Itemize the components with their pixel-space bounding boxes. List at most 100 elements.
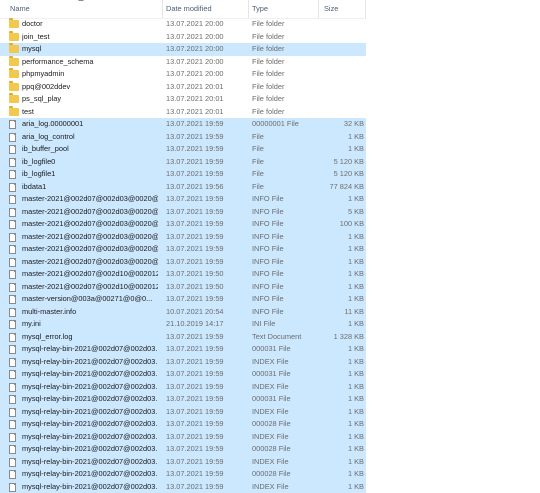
- date-modified: 13.07.2021 19:59: [166, 168, 246, 181]
- file-type: INDEX File: [252, 406, 318, 419]
- file-row[interactable]: mysql-relay-bin-2021@002d07@002d03...13.…: [0, 431, 366, 444]
- file-name: aria_log.00000001: [22, 118, 158, 131]
- column-divider[interactable]: [248, 0, 249, 18]
- file-row[interactable]: master-version@003a@00271@0@0...13.07.20…: [0, 293, 366, 306]
- file-row[interactable]: aria_log.0000000113.07.2021 19:590000000…: [0, 118, 366, 131]
- column-header-type[interactable]: Type: [252, 4, 268, 13]
- folder-row[interactable]: ps_sql_play13.07.2021 20:01File folder: [0, 93, 366, 106]
- file-row[interactable]: master-2021@002d07@002d03@0020@0...13.07…: [0, 256, 366, 269]
- file-icon: [9, 195, 16, 204]
- file-row[interactable]: master-2021@002d07@002d10@002012...13.07…: [0, 268, 366, 281]
- date-modified: 13.07.2021 19:59: [166, 206, 246, 219]
- date-modified: 10.07.2021 20:54: [166, 306, 246, 319]
- file-name: doctor: [22, 18, 158, 31]
- date-modified: 13.07.2021 19:59: [166, 393, 246, 406]
- file-row[interactable]: mysql-relay-bin-2021@002d07@002d03...13.…: [0, 406, 366, 419]
- file-type: INDEX File: [252, 456, 318, 469]
- file-type: 000031 File: [252, 368, 318, 381]
- folder-row[interactable]: performance_schema13.07.2021 20:00File f…: [0, 56, 366, 69]
- file-type: INDEX File: [252, 431, 318, 444]
- file-row[interactable]: master-2021@002d07@002d03@0020@0...13.07…: [0, 243, 366, 256]
- file-row[interactable]: ib_buffer_pool13.07.2021 19:59File1 KB: [0, 143, 366, 156]
- file-name: ppq@002ddev: [22, 81, 158, 94]
- date-modified: 13.07.2021 19:59: [166, 368, 246, 381]
- file-row[interactable]: aria_log_control13.07.2021 19:59File1 KB: [0, 131, 366, 144]
- file-size: 1 KB: [320, 456, 364, 469]
- date-modified: 13.07.2021 19:59: [166, 231, 246, 244]
- column-header-date[interactable]: Date modified: [166, 4, 212, 13]
- file-size: 1 KB: [320, 318, 364, 331]
- column-divider[interactable]: [162, 0, 163, 18]
- folder-row[interactable]: doctor 13.07.2021 20:00 File folder: [0, 18, 366, 31]
- folder-row[interactable]: ppq@002ddev13.07.2021 20:01File folder: [0, 81, 366, 94]
- date-modified: 13.07.2021 19:59: [166, 481, 246, 493]
- file-row[interactable]: mysql-relay-bin-2021@002d07@002d03...13.…: [0, 356, 366, 369]
- file-row[interactable]: multi-master.info10.07.2021 20:54INFO Fi…: [0, 306, 366, 319]
- file-type: File folder: [252, 18, 318, 31]
- date-modified: 13.07.2021 20:00: [166, 43, 246, 56]
- file-size: 1 KB: [320, 231, 364, 244]
- file-size: 1 KB: [320, 256, 364, 269]
- file-row[interactable]: ib_logfile013.07.2021 19:59File5 120 KB: [0, 156, 366, 169]
- file-name: ib_logfile0: [22, 156, 158, 169]
- file-row[interactable]: master-2021@002d07@002d10@002012...13.07…: [0, 281, 366, 294]
- file-type: 00000001 File: [252, 118, 318, 131]
- column-divider[interactable]: [365, 0, 366, 18]
- file-row[interactable]: mysql-relay-bin-2021@002d07@002d03...13.…: [0, 343, 366, 356]
- file-row[interactable]: mysql-relay-bin-2021@002d07@002d03... 13.…: [0, 468, 366, 481]
- file-name: mysql-relay-bin-2021@002d07@002d03...: [22, 456, 158, 469]
- file-row[interactable]: master-2021@002d07@002d03@0020@0...13.07…: [0, 193, 366, 206]
- file-size: 1 KB: [320, 356, 364, 369]
- file-name: mysql-relay-bin-2021@002d07@002d03...: [22, 468, 158, 481]
- file-size: 1 KB: [320, 381, 364, 394]
- date-modified: 13.07.2021 20:00: [166, 18, 246, 31]
- file-type: INDEX File: [252, 481, 318, 493]
- file-row[interactable]: mysql-relay-bin-2021@002d07@002d03...13.…: [0, 368, 366, 381]
- file-row[interactable]: master-2021@002d07@002d03@0020@0... 13.07…: [0, 218, 366, 231]
- folder-row[interactable]: join_test13.07.2021 20:00File folder: [0, 31, 366, 44]
- file-icon: [9, 445, 16, 454]
- file-size: 1 KB: [320, 431, 364, 444]
- date-modified: 13.07.2021 20:01: [166, 93, 246, 106]
- file-row[interactable]: master-2021@002d07@002d03@0020@0...13.07…: [0, 231, 366, 244]
- folder-row[interactable]: phpmyadmin13.07.2021 20:00File folder: [0, 68, 366, 81]
- date-modified: 13.07.2021 19:50: [166, 281, 246, 294]
- file-row[interactable]: mysql_error.log13.07.2021 19:59Text Docu…: [0, 331, 366, 344]
- date-modified: 21.10.2019 14:17: [166, 318, 246, 331]
- file-name: mysql-relay-bin-2021@002d07@002d03...: [22, 343, 158, 356]
- folder-row[interactable]: mysql13.07.2021 20:00File folder: [0, 43, 366, 56]
- file-name: master-2021@002d07@002d03@0020@0...: [22, 256, 158, 269]
- folder-row[interactable]: test13.07.2021 20:01File folder: [0, 106, 366, 119]
- file-row[interactable]: mysql-relay-bin-2021@002d07@002d03...13.…: [0, 381, 366, 394]
- file-icon: [9, 420, 16, 429]
- folder-icon: [9, 33, 19, 41]
- file-type: INFO File: [252, 243, 318, 256]
- file-type: File folder: [252, 93, 318, 106]
- file-row[interactable]: mysql-relay-bin-2021@002d07@002d03...13.…: [0, 443, 366, 456]
- file-size: 1 KB: [320, 343, 364, 356]
- date-modified: 13.07.2021 19:59: [166, 468, 246, 481]
- file-type: INDEX File: [252, 356, 318, 369]
- file-row[interactable]: ibdata113.07.2021 19:56File77 824 KB: [0, 181, 366, 194]
- file-name: my.ini: [22, 318, 158, 331]
- file-row[interactable]: master-2021@002d07@002d03@0020@0...13.07…: [0, 206, 366, 219]
- date-modified: 13.07.2021 19:59: [166, 156, 246, 169]
- date-modified: 13.07.2021 19:59: [166, 218, 246, 231]
- file-size: 11 KB: [320, 306, 364, 319]
- file-name: mysql-relay-bin-2021@002d07@002d03...: [22, 381, 158, 394]
- file-row[interactable]: mysql-relay-bin-2021@002d07@002d03...13.…: [0, 456, 366, 469]
- file-row[interactable]: ib_logfile113.07.2021 19:59File5 120 KB: [0, 168, 366, 181]
- file-icon: [9, 208, 16, 217]
- file-type: INFO File: [252, 306, 318, 319]
- file-size: 1 KB: [320, 418, 364, 431]
- file-row[interactable]: mysql-relay-bin-2021@002d07@002d03...13.…: [0, 418, 366, 431]
- file-row[interactable]: my.ini21.10.2019 14:17INI File1 KB: [0, 318, 366, 331]
- file-icon: [9, 370, 16, 379]
- file-row[interactable]: mysql-relay-bin-2021@002d07@002d03...13.…: [0, 481, 366, 493]
- column-header-name[interactable]: Name: [10, 4, 30, 13]
- file-list: doctor13.07.2021 20:00File folderjoin_te…: [0, 18, 366, 493]
- column-divider[interactable]: [318, 0, 319, 18]
- file-name: master-2021@002d07@002d03@0020@0...: [22, 218, 158, 231]
- file-row[interactable]: mysql-relay-bin-2021@002d07@002d03...13.…: [0, 393, 366, 406]
- column-header-size[interactable]: Size: [324, 4, 338, 13]
